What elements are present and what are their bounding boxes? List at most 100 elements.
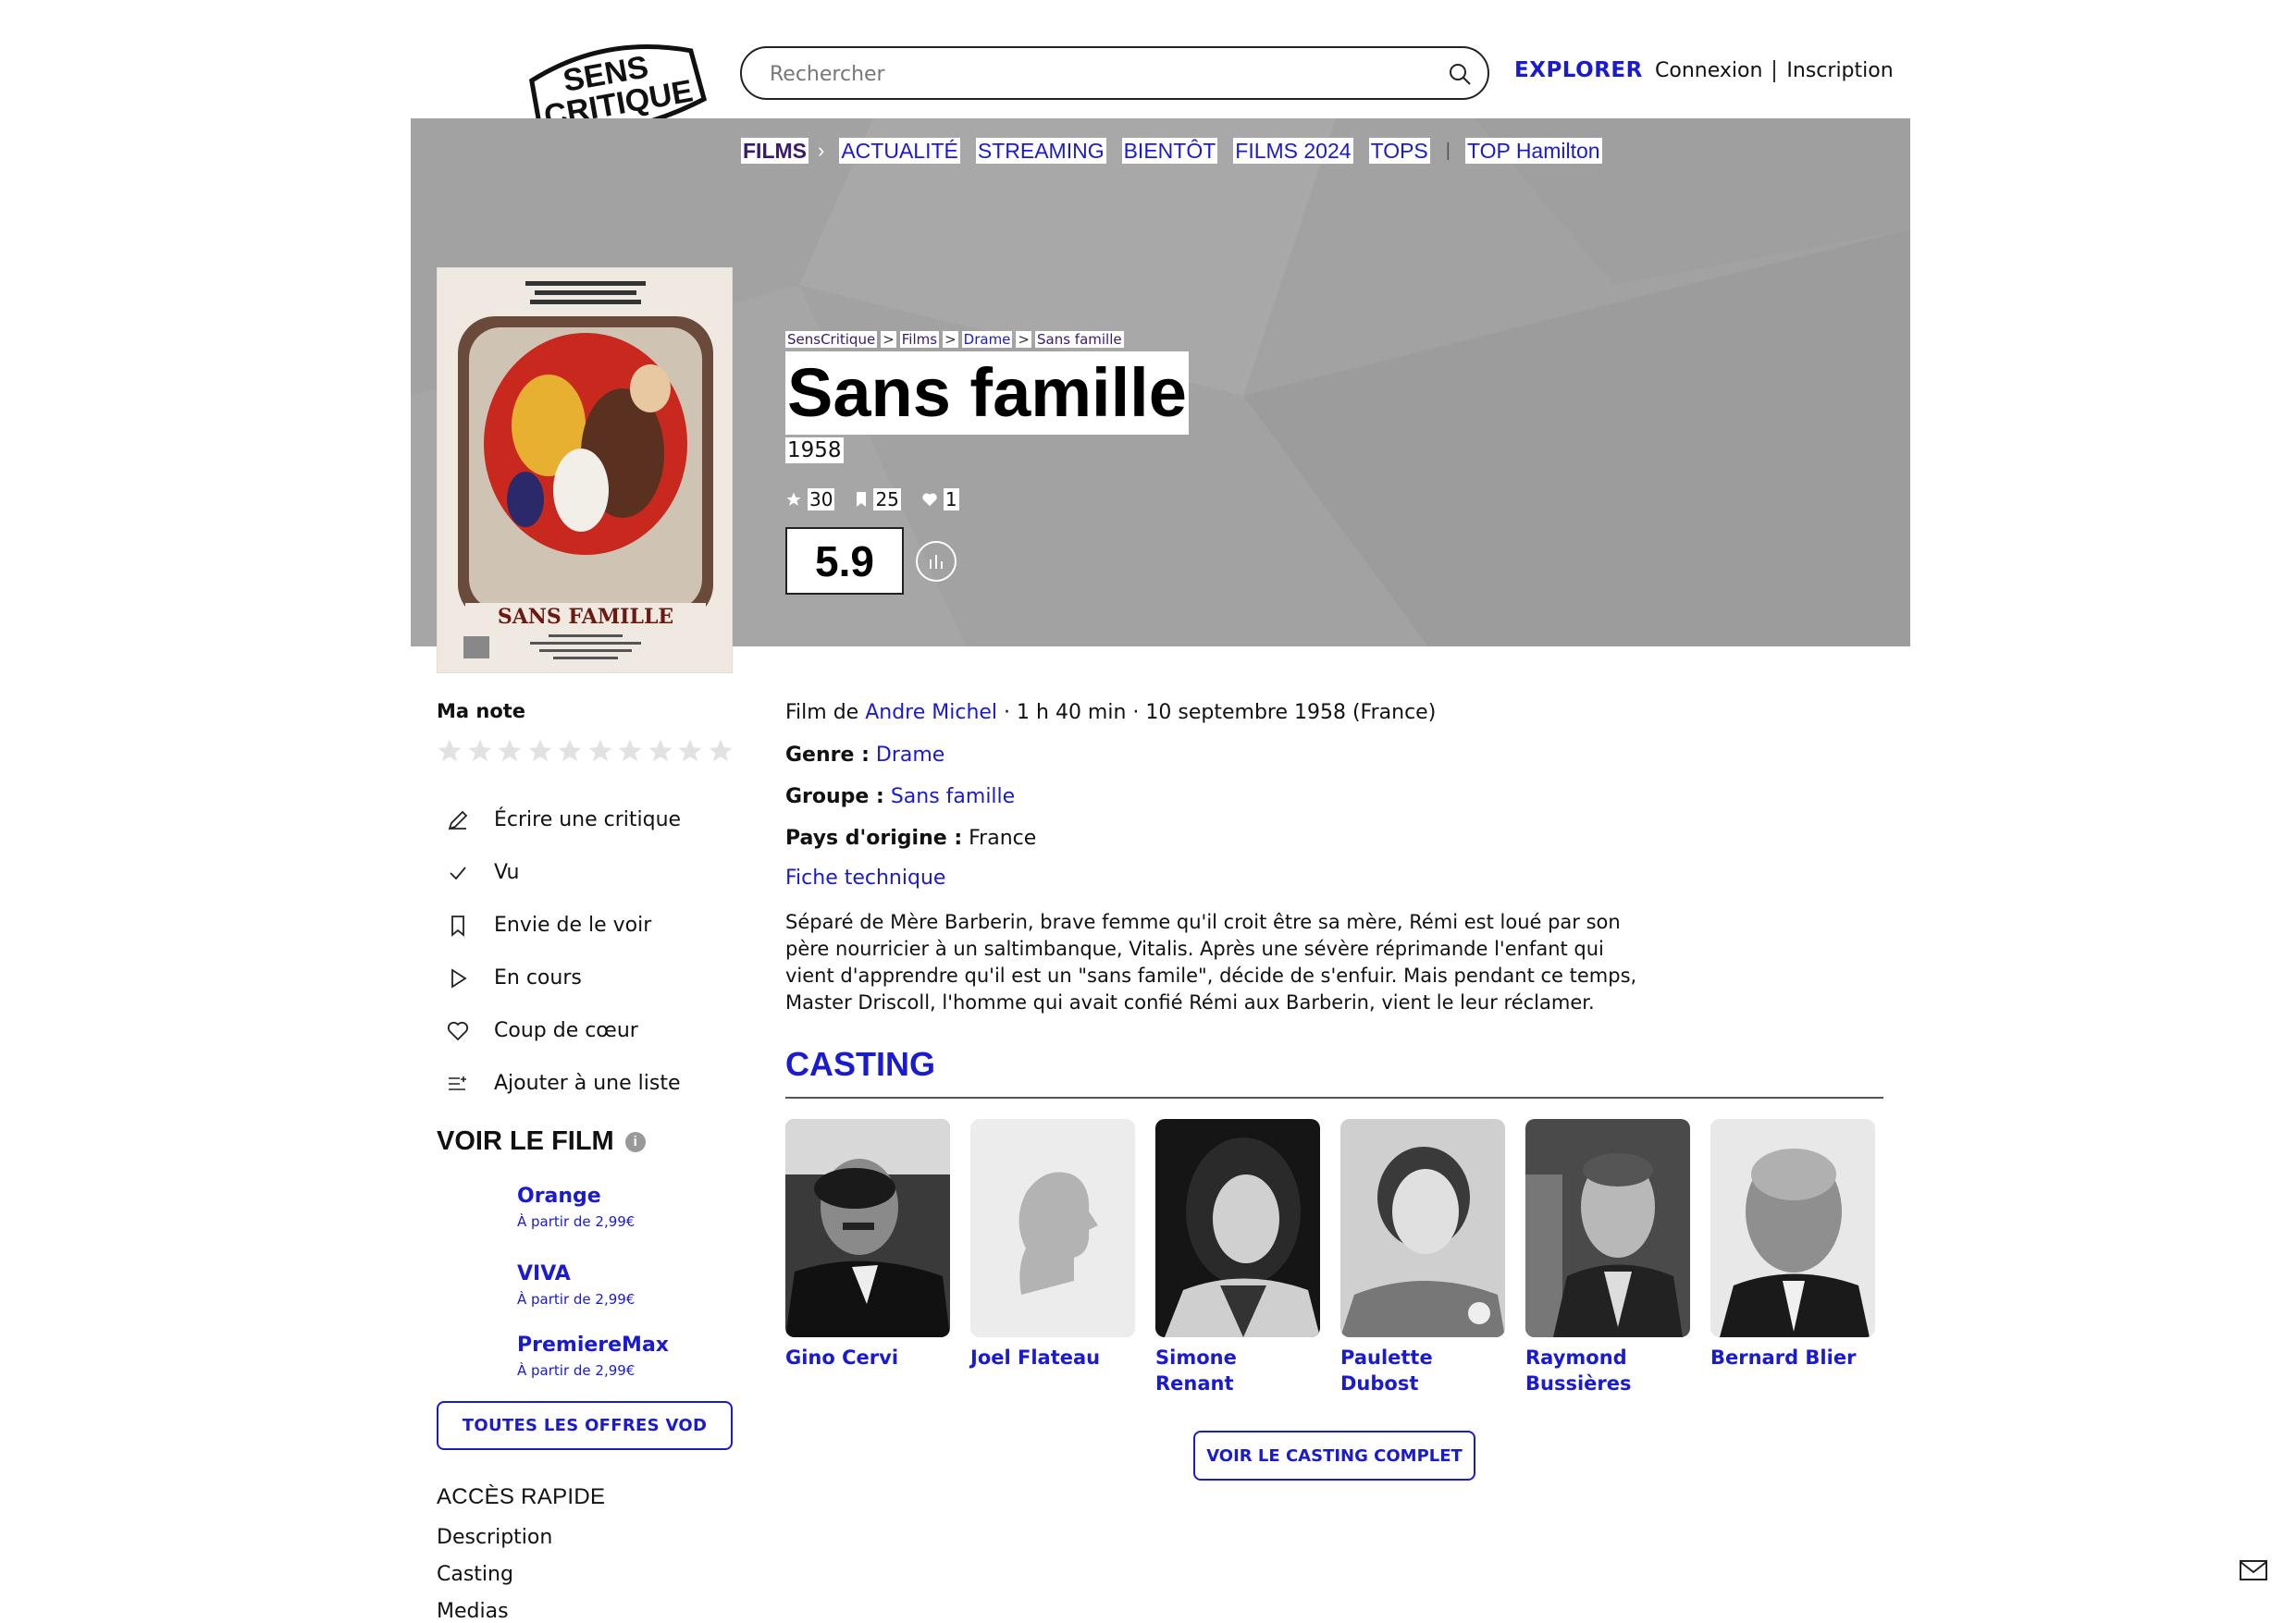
actor-photo-placeholder bbox=[970, 1119, 1135, 1337]
rating-star-5[interactable] bbox=[555, 736, 586, 766]
action-label: Vu bbox=[494, 861, 520, 884]
quick-access-medias[interactable]: Medias bbox=[437, 1598, 552, 1623]
film-poster[interactable]: SANS FAMILLE bbox=[437, 267, 733, 673]
vod-offer-viva[interactable]: VIVA À partir de 2,99€ bbox=[517, 1262, 635, 1308]
breadcrumb-drame[interactable]: Drame bbox=[961, 331, 1013, 348]
add-to-list-button[interactable]: Ajouter à une liste bbox=[442, 1057, 681, 1110]
rating-star-10[interactable] bbox=[706, 736, 736, 766]
group-label: Groupe : bbox=[785, 785, 884, 808]
group-row: Groupe : Sans famille bbox=[785, 783, 1015, 811]
search-input[interactable] bbox=[770, 57, 1417, 91]
technical-sheet-link[interactable]: Fiche technique bbox=[785, 867, 945, 890]
vod-offer-orange[interactable]: Orange À partir de 2,99€ bbox=[517, 1185, 635, 1230]
divider bbox=[1773, 59, 1776, 82]
rating-star-9[interactable] bbox=[675, 736, 706, 766]
genre-link[interactable]: Drame bbox=[876, 744, 944, 767]
quick-access-casting[interactable]: Casting bbox=[437, 1561, 552, 1598]
cast-card[interactable]: Paulette Dubost bbox=[1340, 1119, 1505, 1396]
nav-streaming[interactable]: STREAMING bbox=[975, 138, 1106, 164]
actor-photo bbox=[1340, 1119, 1505, 1337]
group-link[interactable]: Sans famille bbox=[891, 785, 1015, 808]
cast-card[interactable]: Joel Flateau bbox=[970, 1119, 1135, 1371]
add-list-icon bbox=[442, 1068, 474, 1100]
offer-name: Orange bbox=[517, 1185, 601, 1208]
cast-card[interactable]: Gino Cervi bbox=[785, 1119, 950, 1371]
rating-star-2[interactable] bbox=[465, 736, 496, 766]
rating-distribution-button[interactable] bbox=[916, 541, 957, 582]
info-icon[interactable]: i bbox=[624, 1131, 646, 1152]
star-icon bbox=[648, 739, 673, 762]
rating-star-8[interactable] bbox=[646, 736, 676, 766]
action-label: En cours bbox=[494, 966, 582, 990]
nav-top-hamilton[interactable]: TOP Hamilton bbox=[1464, 138, 1602, 164]
star-icon bbox=[558, 739, 582, 762]
breadcrumb-current[interactable]: Sans famille bbox=[1034, 331, 1124, 348]
breadcrumb-films[interactable]: Films bbox=[899, 331, 940, 348]
search-bar[interactable] bbox=[740, 46, 1489, 100]
check-icon bbox=[442, 857, 474, 889]
seen-button[interactable]: Vu bbox=[442, 846, 681, 899]
star-icon bbox=[618, 739, 642, 762]
cast-card[interactable]: Raymond Bussières bbox=[1525, 1119, 1690, 1396]
star-icon bbox=[588, 739, 612, 762]
want-to-see-button[interactable]: Envie de le voir bbox=[442, 899, 681, 952]
login-link[interactable]: Connexion bbox=[1655, 59, 1762, 82]
country-value: France bbox=[969, 827, 1037, 850]
my-rating-stars[interactable] bbox=[435, 736, 735, 766]
heart-icon bbox=[922, 493, 937, 507]
film-duration-date: · 1 h 40 min · 10 septembre 1958 (France… bbox=[1004, 701, 1437, 724]
offer-price: À partir de 2,99€ bbox=[517, 1291, 636, 1308]
vod-offer-premieremax[interactable]: PremiereMax À partir de 2,99€ bbox=[517, 1334, 669, 1379]
rating-star-7[interactable] bbox=[615, 736, 646, 766]
nav-films[interactable]: FILMS bbox=[741, 138, 809, 164]
director-link[interactable]: Andre Michel bbox=[865, 701, 997, 724]
actor-name: Joel Flateau bbox=[970, 1346, 1101, 1369]
rating-star-6[interactable] bbox=[586, 736, 616, 766]
watch-film-heading: VOIR LE FILM i bbox=[437, 1126, 646, 1157]
release-year: 1958 bbox=[785, 437, 844, 463]
ratings-count: 30 bbox=[785, 488, 835, 510]
mail-icon[interactable] bbox=[2239, 1559, 2268, 1581]
offer-name: PremiereMax bbox=[517, 1334, 669, 1357]
star-icon bbox=[498, 739, 522, 762]
full-casting-button[interactable]: VOIR LE CASTING COMPLET bbox=[1193, 1431, 1475, 1481]
write-review-button[interactable]: Écrire une critique bbox=[442, 793, 681, 846]
action-label: Coup de cœur bbox=[494, 1019, 638, 1042]
cast-card[interactable]: Simone Renant bbox=[1155, 1119, 1320, 1396]
cast-card[interactable]: Bernard Blier bbox=[1710, 1119, 1875, 1371]
nav-actualite[interactable]: ACTUALITÉ bbox=[839, 138, 960, 164]
nav-bientot[interactable]: BIENTÔT bbox=[1121, 138, 1218, 164]
search-icon[interactable] bbox=[1447, 61, 1473, 87]
in-progress-button[interactable]: En cours bbox=[442, 952, 681, 1004]
rating-star-4[interactable] bbox=[525, 736, 556, 766]
nav-tops[interactable]: TOPS bbox=[1368, 138, 1430, 164]
rating-star-3[interactable] bbox=[495, 736, 525, 766]
all-vod-offers-button[interactable]: TOUTES LES OFFRES VOD bbox=[437, 1401, 733, 1450]
bar-chart-icon bbox=[930, 555, 943, 569]
action-label: Écrire une critique bbox=[494, 808, 682, 831]
film-by-label: Film de bbox=[785, 701, 859, 724]
breadcrumb-senscritique[interactable]: SensCritique bbox=[785, 331, 878, 348]
bookmark-icon bbox=[442, 910, 474, 941]
favorite-button[interactable]: Coup de cœur bbox=[442, 1004, 681, 1057]
actor-name: Paulette Dubost bbox=[1340, 1346, 1433, 1395]
rating-star-1[interactable] bbox=[435, 736, 465, 766]
nav-films-2024[interactable]: FILMS 2024 bbox=[1233, 138, 1353, 164]
my-rating-label: Ma note bbox=[437, 700, 526, 722]
breadcrumb: SensCritique > Films > Drame > Sans fami… bbox=[785, 331, 1124, 348]
casting-heading: CASTING bbox=[785, 1045, 935, 1083]
chevron-right-icon: › bbox=[818, 139, 825, 162]
heart-icon bbox=[442, 1015, 474, 1047]
pencil-icon bbox=[442, 805, 474, 836]
actor-name: Simone Renant bbox=[1155, 1346, 1237, 1395]
actor-name: Bernard Blier bbox=[1710, 1346, 1857, 1369]
explorer-link[interactable]: EXPLORER bbox=[1514, 58, 1643, 82]
star-icon bbox=[528, 739, 552, 762]
sub-navigation: FILMS › ACTUALITÉ STREAMING BIENTÔT FILM… bbox=[741, 138, 1618, 164]
quick-access-description[interactable]: Description bbox=[437, 1524, 552, 1561]
signup-link[interactable]: Inscription bbox=[1786, 59, 1893, 82]
breadcrumb-separator: > bbox=[881, 331, 896, 348]
synopsis: Séparé de Mère Barberin, brave femme qu'… bbox=[785, 911, 1637, 1014]
actor-name: Raymond Bussières bbox=[1525, 1346, 1632, 1395]
genre-label: Genre : bbox=[785, 744, 870, 767]
